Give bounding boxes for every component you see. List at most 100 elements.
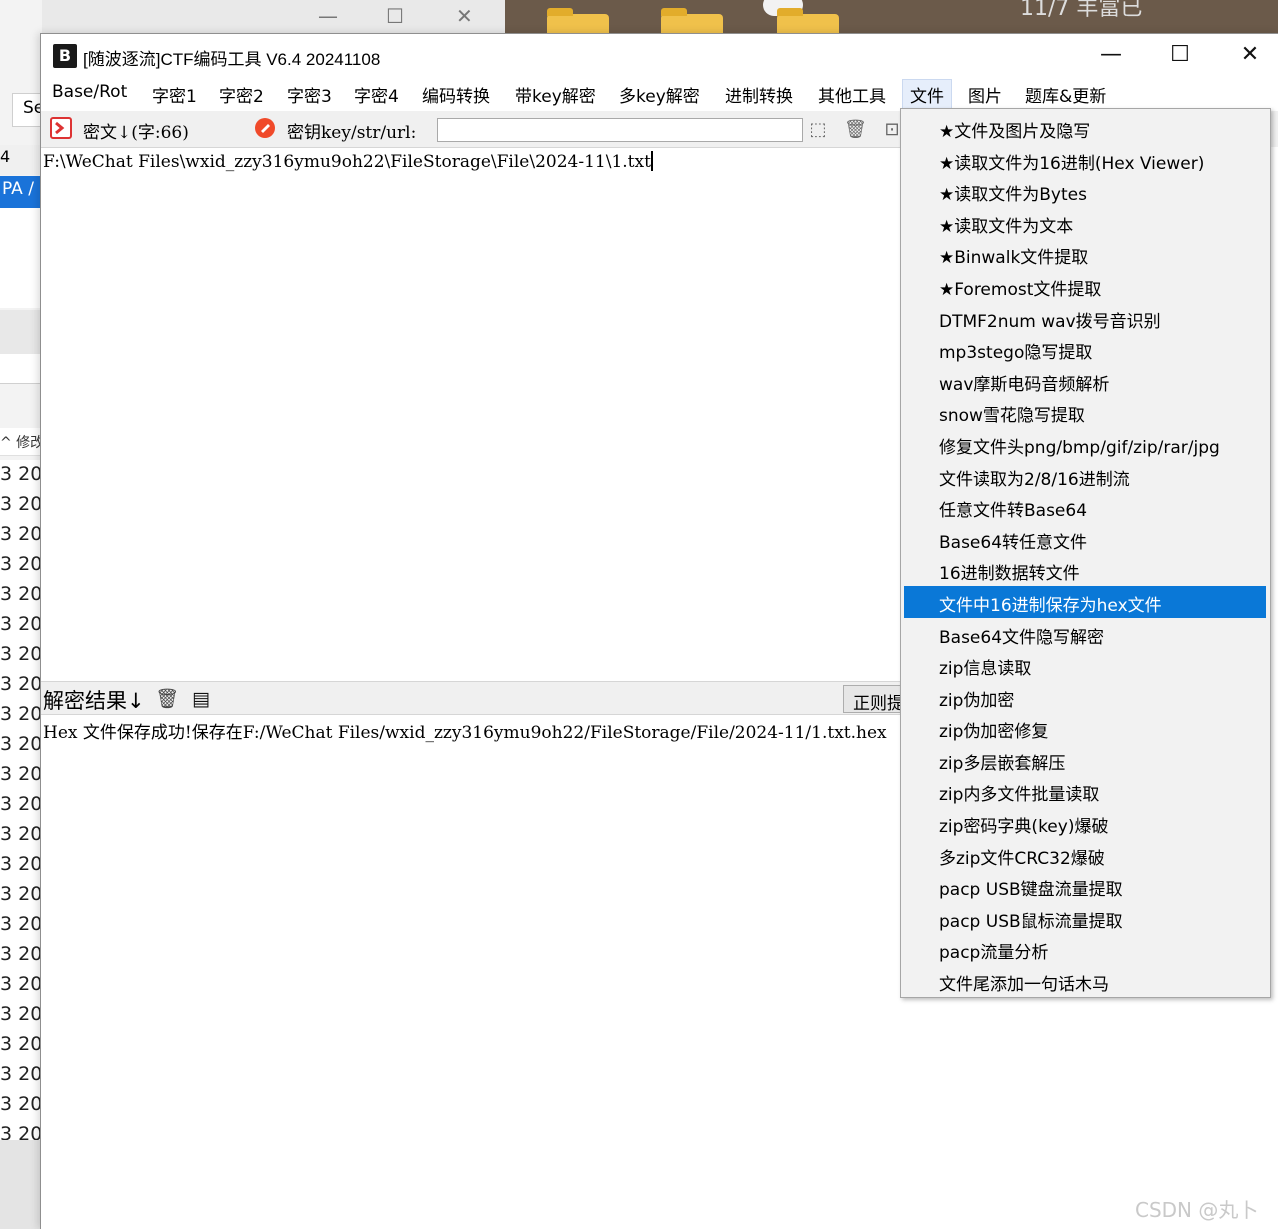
bg-list-row: 3 20 <box>0 643 42 665</box>
close-icon: ✕ <box>1240 42 1260 67</box>
bg-file-list: 3 20 3 20 3 20 3 20 3 20 3 20 3 20 3 20 3 20 3 20… <box>0 460 42 1140</box>
bg-list-row: 3 20 <box>0 883 42 905</box>
file-menu-item[interactable]: ★读取文件为文本 <box>904 207 1266 239</box>
file-menu-item[interactable]: ★读取文件为16进制(Hex Viewer) <box>904 144 1266 176</box>
file-menu-item[interactable]: 文件中16进制保存为hex文件 <box>904 585 1266 618</box>
bg-list-row: 3 20 <box>0 583 42 605</box>
bg-list-row: 3 20 <box>0 913 42 935</box>
file-menu-item[interactable]: mp3stego隐写提取 <box>904 333 1266 365</box>
swap-icon[interactable] <box>50 117 72 139</box>
bg-list-row: 3 20 <box>0 1003 42 1025</box>
bg-separator <box>0 310 42 354</box>
maximize-icon: ☐ <box>1170 42 1190 67</box>
menu-base-rot[interactable]: Base/Rot <box>52 82 127 102</box>
file-menu-dropdown: ★文件及图片及隐写 ★读取文件为16进制(Hex Viewer) ★读取文件为Byt… <box>900 108 1271 998</box>
result-toolbar: 解密结果↓ 🗑 ▤ 正则提取 <box>41 681 913 715</box>
menu-update[interactable]: 题库&更新 <box>1025 82 1106 107</box>
bg-selected-item[interactable]: PA / <box>0 176 42 208</box>
file-menu-item[interactable]: wav摩斯电码音频解析 <box>904 365 1266 397</box>
bg-list-row: 3 20 <box>0 613 42 635</box>
menu-zimi2[interactable]: 字密2 <box>219 82 264 107</box>
file-menu-item[interactable]: DTMF2num wav拨号音识别 <box>904 302 1266 334</box>
file-menu-item[interactable]: ★Foremost文件提取 <box>904 270 1266 302</box>
maximize-button[interactable]: ☐ <box>1157 40 1203 70</box>
bg-list-row: 3 20 <box>0 673 42 695</box>
file-menu-item[interactable]: 文件尾添加一句话木马 <box>904 965 1266 997</box>
bg-list-row: 3 20 <box>0 853 42 875</box>
bg-list-row: 3 20 <box>0 973 42 995</box>
result-output[interactable]: Hex 文件保存成功!保存在F:/WeChat Files/wxid_zzy31… <box>41 715 903 1229</box>
bg-column-header[interactable]: ^ 修改 <box>0 428 42 456</box>
bg-list-row: 3 20 <box>0 553 42 575</box>
key-input[interactable] <box>437 118 803 142</box>
menu-bar: Base/Rot 字密1 字密2 字密3 字密4 编码转换 带key解密 多ke… <box>41 77 1278 110</box>
file-menu-item[interactable]: zip密码字典(key)爆破 <box>904 807 1266 839</box>
menu-file[interactable]: 文件 <box>902 79 952 110</box>
cipher-text: F:\WeChat Files\wxid_zzy316ymu9oh22\File… <box>43 152 651 172</box>
file-menu-item[interactable]: pacp USB键盘流量提取 <box>904 870 1266 902</box>
bg-panel <box>0 208 42 308</box>
cipher-input[interactable]: F:\WeChat Files\wxid_zzy316ymu9oh22\File… <box>41 147 903 681</box>
file-menu-item[interactable]: ★读取文件为Bytes <box>904 175 1266 207</box>
file-menu-item[interactable]: Base64转任意文件 <box>904 523 1266 555</box>
result-trash-icon[interactable]: 🗑 <box>155 687 179 711</box>
bg-list-row: 3 20 <box>0 493 42 515</box>
title-bar[interactable]: B [随波逐流]CTF编码工具 V6.4 20241108 — ☐ ✕ <box>41 34 1278 77</box>
bg-list-row: 3 20 <box>0 793 42 815</box>
bg-minimize-icon: — <box>318 4 338 28</box>
menu-other-tools[interactable]: 其他工具 <box>818 82 886 107</box>
cipher-label: 密文↓(字:66) <box>83 123 189 143</box>
menu-image[interactable]: 图片 <box>968 82 1002 107</box>
file-menu-item[interactable]: zip伪加密 <box>904 681 1266 713</box>
bg-list-row: 3 20 <box>0 703 42 725</box>
file-menu-item[interactable]: ★Binwalk文件提取 <box>904 238 1266 270</box>
result-label: 解密结果↓ <box>43 689 145 713</box>
watermark: CSDN @丸卜 <box>1135 1198 1259 1222</box>
file-menu-item[interactable]: 任意文件转Base64 <box>904 491 1266 523</box>
menu-zimi4[interactable]: 字密4 <box>354 82 399 107</box>
bg-list-row: 3 20 <box>0 1033 42 1055</box>
file-menu-item[interactable]: pacp USB鼠标流量提取 <box>904 902 1266 934</box>
cursor-select-icon[interactable]: ⬚ <box>807 119 829 141</box>
bg-list-row: 3 20 <box>0 823 42 845</box>
bg-list-row: 3 20 <box>0 763 42 785</box>
key-label: 密钥key/str/url: <box>287 123 417 143</box>
bg-list-row: 3 20 <box>0 1123 42 1140</box>
bg-search-button[interactable]: Se <box>12 93 44 127</box>
app-logo-icon: B <box>53 44 77 68</box>
menu-zimi1[interactable]: 字密1 <box>152 82 197 107</box>
menu-multikey-decrypt[interactable]: 多key解密 <box>619 82 700 107</box>
desktop-text: 11/7 丰富已 <box>1020 0 1143 21</box>
text-caret <box>650 151 653 171</box>
file-menu-item[interactable]: 修复文件头png/bmp/gif/zip/rar/jpg <box>904 428 1266 460</box>
file-menu-item[interactable]: pacp流量分析 <box>904 933 1266 965</box>
file-menu-item[interactable]: Base64文件隐写解密 <box>904 618 1266 650</box>
close-button[interactable]: ✕ <box>1227 40 1273 70</box>
menu-zimi3[interactable]: 字密3 <box>287 82 332 107</box>
minimize-button[interactable]: — <box>1088 40 1134 70</box>
eraser-icon[interactable] <box>254 117 276 139</box>
menu-encoding[interactable]: 编码转换 <box>422 82 490 107</box>
bg-panel <box>0 354 42 384</box>
trash-icon[interactable]: 🗑 <box>844 119 867 141</box>
file-menu-item[interactable]: 16进制数据转文件 <box>904 554 1266 586</box>
bg-status-area <box>0 1140 42 1229</box>
copy-icon[interactable]: ▤ <box>189 687 213 711</box>
file-menu-item[interactable]: 文件读取为2/8/16进制流 <box>904 460 1266 492</box>
file-menu-item[interactable]: ★文件及图片及隐写 <box>904 112 1266 144</box>
file-menu-item[interactable]: snow雪花隐写提取 <box>904 396 1266 428</box>
bg-list-row: 3 20 <box>0 463 42 485</box>
file-menu-item[interactable]: zip多层嵌套解压 <box>904 744 1266 776</box>
file-menu-item[interactable]: zip信息读取 <box>904 649 1266 681</box>
file-menu-item[interactable]: zip伪加密修复 <box>904 712 1266 744</box>
menu-base-convert[interactable]: 进制转换 <box>725 82 793 107</box>
file-menu-item[interactable]: 多zip文件CRC32爆破 <box>904 839 1266 871</box>
bg-list-row: 3 20 <box>0 733 42 755</box>
menu-key-decrypt[interactable]: 带key解密 <box>515 82 596 107</box>
minimize-icon: — <box>1100 42 1122 67</box>
bg-list-row: 3 20 <box>0 1063 42 1085</box>
bg-close-icon: ✕ <box>456 4 473 28</box>
bg-maximize-icon: ☐ <box>386 4 404 28</box>
bg-list-row: 3 20 <box>0 943 42 965</box>
file-menu-item[interactable]: zip内多文件批量读取 <box>904 775 1266 807</box>
